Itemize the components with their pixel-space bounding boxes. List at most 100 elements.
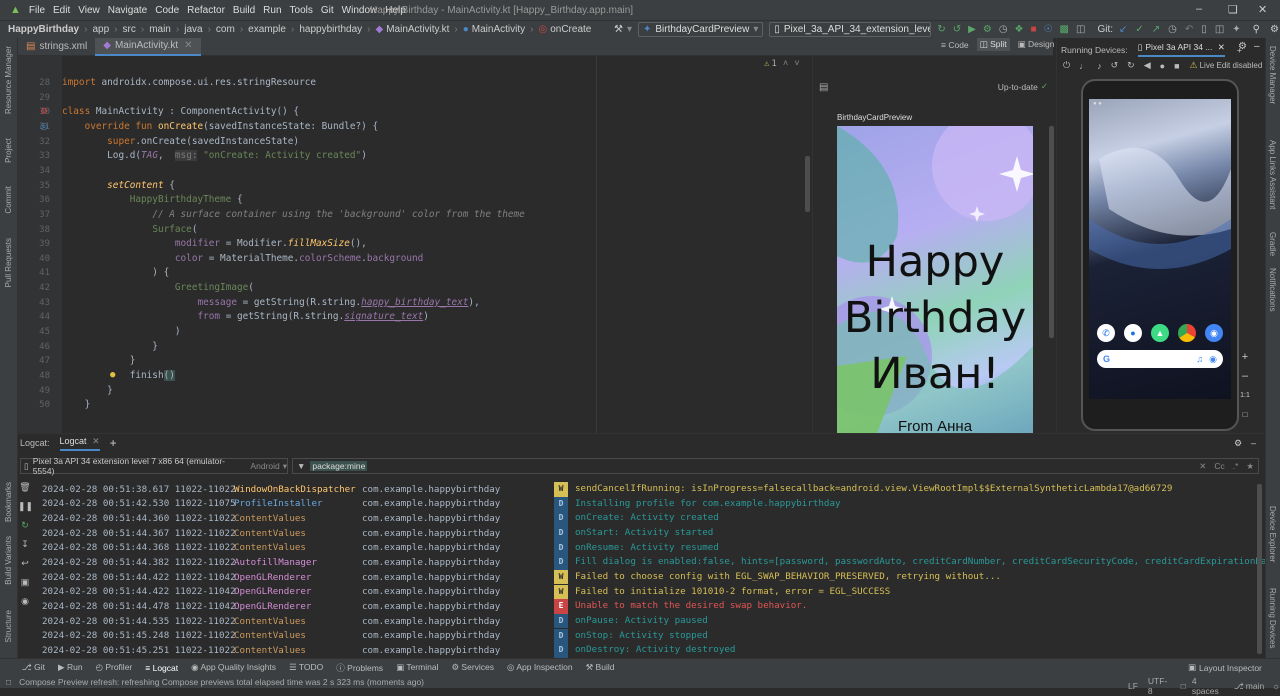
log-row[interactable]: 2024-02-28 00:51:42.530 11022-11075 Profi…: [42, 497, 500, 512]
sdk-icon[interactable]: ◫: [1076, 24, 1085, 35]
logcat-list[interactable]: 2024-02-28 00:51:38.617 11022-11022 Windo…: [18, 482, 1265, 659]
log-row[interactable]: 2024-02-28 00:51:45.248 11022-11022 Conte…: [42, 629, 500, 644]
code-line[interactable]: }: [62, 341, 158, 352]
run-icon[interactable]: ▶: [968, 24, 976, 35]
log-row[interactable]: 2024-02-28 00:51:44.367 11022-11022 Conte…: [42, 526, 500, 541]
filter-history-icon[interactable]: ★: [1246, 461, 1254, 472]
app-links-assistant-tab[interactable]: App Links Assistant: [1268, 140, 1277, 209]
device-explorer-tab[interactable]: Device Explorer: [1268, 506, 1277, 562]
indent-setting[interactable]: 4 spaces: [1192, 676, 1224, 696]
breadcrumb-item[interactable]: onCreate: [550, 24, 591, 35]
tool-run[interactable]: ▶ Run: [58, 662, 83, 673]
messages-app-icon[interactable]: ●: [1124, 324, 1142, 342]
breadcrumb-item[interactable]: main: [149, 24, 171, 35]
code-line[interactable]: from = getString(R.string.signature_text…: [62, 311, 428, 322]
chrome-app-icon[interactable]: [1178, 324, 1196, 342]
device-selector[interactable]: ▯ Pixel 3a API 34 extension level 7 x86 …: [20, 456, 288, 476]
menu-item-build[interactable]: Build: [233, 5, 255, 16]
breadcrumb-item[interactable]: MainActivity.kt: [386, 24, 449, 35]
breadcrumb-item[interactable]: MainActivity: [472, 24, 525, 35]
power-icon[interactable]: ⏻: [1063, 60, 1070, 71]
code-editor[interactable]: ⚠ 1 ˄ ˅ import androidx.compose.ui.res.stri…: [62, 56, 812, 433]
tool-todo[interactable]: ☰ TODO: [289, 662, 323, 673]
profile-icon[interactable]: ◷: [999, 24, 1008, 35]
code-line[interactable]: Surface(: [62, 224, 197, 235]
tool-logcat[interactable]: ≡ Logcat: [145, 663, 178, 673]
rollback-icon[interactable]: ↶: [1185, 24, 1193, 35]
preview-toolbar-icon[interactable]: ▤: [819, 82, 828, 93]
log-row[interactable]: 2024-02-28 00:51:44.382 11022-11022 Autof…: [42, 555, 500, 570]
readonly-icon[interactable]: □: [1181, 681, 1186, 691]
menu-item-file[interactable]: File: [29, 5, 45, 16]
close-icon[interactable]: ✕: [1258, 3, 1267, 16]
breadcrumb-item[interactable]: src: [123, 24, 136, 35]
code-line[interactable]: override fun onCreate(savedInstanceState…: [62, 121, 379, 132]
git-push-icon[interactable]: ↗: [1152, 24, 1160, 35]
live-edit-status[interactable]: Live Edit disabled: [1200, 61, 1263, 70]
code-line[interactable]: ): [62, 326, 181, 337]
overview-icon[interactable]: ■: [1174, 61, 1179, 71]
notifications-icon[interactable]: ☼: [1272, 681, 1280, 691]
sdk-manager-icon[interactable]: ◫: [1215, 24, 1224, 35]
breadcrumb-item[interactable]: java: [184, 24, 202, 35]
volume-down-icon[interactable]: ♪: [1097, 61, 1102, 71]
lightbulb-icon[interactable]: ●: [110, 370, 115, 380]
line-separator[interactable]: LF: [1128, 681, 1138, 691]
code-line[interactable]: }: [62, 385, 113, 396]
notifications-tab[interactable]: Notifications: [1268, 268, 1277, 312]
back-icon[interactable]: ◀: [1144, 60, 1151, 71]
hide-icon[interactable]: –: [1254, 41, 1260, 52]
status-toggle-icon[interactable]: □: [6, 677, 11, 687]
class-gutter-icon[interactable]: ⚙: [40, 106, 48, 117]
code-line[interactable]: Log.d(TAG, msg: "onCreate: Activity crea…: [62, 150, 367, 162]
git-commit-icon[interactable]: ✓: [1135, 24, 1143, 35]
history-icon[interactable]: ◷: [1168, 24, 1177, 35]
tool-app-quality-insights[interactable]: ◉ App Quality Insights: [191, 662, 276, 673]
menu-item-view[interactable]: View: [78, 5, 100, 16]
log-row[interactable]: 2024-02-28 00:51:45.251 11022-11022 Conte…: [42, 643, 500, 658]
add-tab-icon[interactable]: +: [110, 436, 117, 450]
override-gutter-icon[interactable]: ◎: [40, 121, 48, 132]
gradle-tab[interactable]: Gradle: [1268, 232, 1277, 256]
hammer-icon[interactable]: ⚒: [614, 24, 623, 35]
code-line[interactable]: class MainActivity : ComponentActivity()…: [62, 106, 299, 117]
attach-debugger-icon[interactable]: ❖: [1015, 24, 1024, 35]
log-row[interactable]: 2024-02-28 00:51:44.368 11022-11022 Conte…: [42, 541, 500, 556]
device-select[interactable]: ▯Pixel_3a_API_34_extension_level_7_x86: [769, 22, 932, 37]
structure-tab[interactable]: Structure: [4, 610, 13, 642]
menu-item-code[interactable]: Code: [155, 5, 179, 16]
camera-app-icon[interactable]: ◉: [1205, 324, 1223, 342]
code-line[interactable]: finish(): [62, 370, 175, 381]
zoom-out-icon[interactable]: –: [1237, 367, 1253, 386]
google-search-bar[interactable]: G ♫ ◉: [1097, 350, 1223, 368]
lens-icon[interactable]: ◉: [1209, 354, 1217, 365]
code-line[interactable]: modifier = Modifier.fillMaxSize(),: [62, 238, 367, 249]
close-device-tab-icon[interactable]: ✕: [1218, 42, 1225, 52]
zoom-fit-icon[interactable]: □: [1237, 405, 1253, 424]
breadcrumb-item[interactable]: com: [216, 24, 235, 35]
layout-inspector-button[interactable]: ▣ Layout Inspector: [1188, 662, 1262, 673]
apply-changes-icon[interactable]: ↻: [937, 24, 945, 35]
device-tab[interactable]: ▯ Pixel 3a API 34 ... ✕: [1137, 42, 1225, 57]
regex-icon[interactable]: .*: [1233, 461, 1239, 471]
code-line[interactable]: HappyBirthdayTheme {: [62, 194, 243, 205]
phone-app-icon[interactable]: ✆: [1097, 324, 1115, 342]
project-tab[interactable]: Project: [4, 138, 13, 163]
volume-up-icon[interactable]: ♩: [1079, 61, 1088, 71]
running-devices-tab[interactable]: Running Devices: [1268, 588, 1277, 648]
code-line[interactable]: }: [62, 355, 136, 366]
tab-mainactivity-kt[interactable]: ◆ MainActivity.kt ✕: [95, 37, 201, 56]
code-line[interactable]: // A surface container using the 'backgr…: [62, 209, 525, 220]
build-variants-tab[interactable]: Build Variants: [4, 536, 13, 585]
breadcrumb-item[interactable]: example: [248, 24, 286, 35]
log-row[interactable]: 2024-02-28 00:51:44.478 11022-11042 OpenG…: [42, 599, 500, 614]
debug-icon[interactable]: ⚙: [983, 24, 992, 35]
menu-item-refactor[interactable]: Refactor: [187, 5, 225, 16]
run-config-select[interactable]: ✦ BirthdayCardPreview ▾: [638, 22, 764, 37]
phone-screen[interactable]: ● ● ✆ ● ▲ ◉ G ♫ ◉: [1089, 99, 1231, 399]
tool-git[interactable]: ⎇ Git: [22, 662, 45, 673]
code-line[interactable]: }: [62, 399, 91, 410]
zoom-in-icon[interactable]: +: [1237, 348, 1253, 367]
menu-item-git[interactable]: Git: [321, 5, 334, 16]
inspection-widget[interactable]: ⚠ 1 ˄ ˅: [764, 59, 800, 69]
